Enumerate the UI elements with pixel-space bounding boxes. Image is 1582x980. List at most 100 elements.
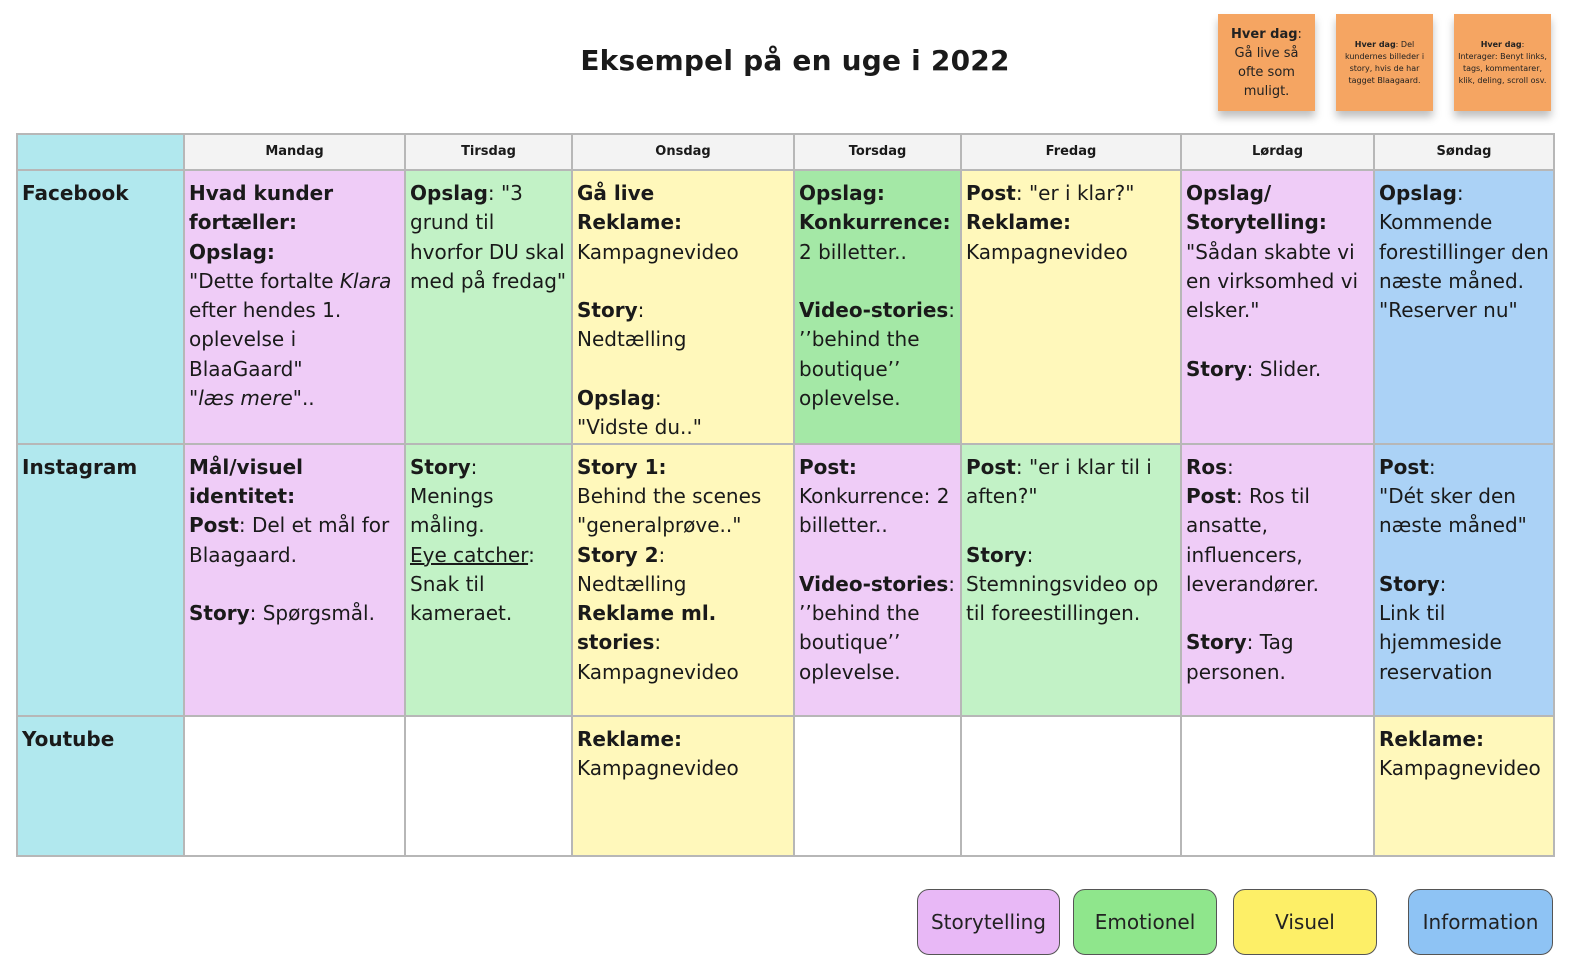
sticky-note[interactable]: Hver dag: Del kundernes billeder i story… [1336, 14, 1433, 111]
cell-text: Kampagnevideo [966, 239, 1128, 264]
channel-label-instagram: Instagram [16, 442, 185, 717]
plan-cell[interactable]: Opslag: "3 grund til hvorfor DU skal med… [404, 169, 573, 445]
cell-heading: Reklame ml. stories [577, 601, 717, 655]
cell-heading: Story 1: [577, 454, 667, 479]
plan-cell[interactable]: Gå live Reklame: Kampagnevideo Story: Nedtæl… [571, 169, 795, 445]
plan-cell[interactable]: Post: "er i klar?" Reklame: Kampagnevideo [960, 169, 1182, 445]
cell-heading: Reklame: [966, 210, 1072, 235]
channel-label-facebook: Facebook [16, 169, 185, 445]
cell-heading: Post [1186, 483, 1236, 508]
legend-information[interactable]: Information [1408, 889, 1553, 955]
sticky-note[interactable]: Hver dag: Gå live så ofte som muligt. [1218, 14, 1315, 111]
sticky-note[interactable]: Hver dag: Interager: Benyt links, tags, … [1454, 14, 1551, 111]
cell-text: : [1439, 571, 1447, 596]
cell-text: : [948, 298, 956, 323]
cell-heading: Opslag/ Storytelling: [1186, 181, 1327, 235]
legend-emotionel[interactable]: Emotionel [1073, 889, 1217, 955]
cell-text: : [948, 571, 956, 596]
plan-cell[interactable]: Reklame: Kampagnevideo [571, 714, 795, 857]
cell-text: Link til hjemmeside reservation [1379, 601, 1502, 684]
plan-cell[interactable]: Hvad kunder fortæller: Opslag: "Dette fort… [183, 169, 406, 445]
cell-text: 2 billetter.. [799, 239, 907, 264]
cell-text: "Vidste du.." [577, 415, 702, 440]
plan-cell-empty[interactable] [404, 714, 573, 857]
plan-cell-empty[interactable] [1180, 714, 1375, 857]
cell-text: Kampagnevideo [577, 239, 739, 264]
cell-text: : [1428, 454, 1436, 479]
channel-label-youtube: Youtube [16, 714, 185, 857]
cell-text: "læs mere" [189, 386, 302, 411]
plan-cell[interactable]: Post: "er i klar til i aften?" Story: Stem… [960, 442, 1182, 717]
cell-text: : [1227, 454, 1234, 479]
cell-text: Kommende forestillinger den næste måned.… [1379, 210, 1549, 323]
page-title: Eksempel på en uge i 2022 [580, 44, 1010, 77]
plan-cell[interactable]: Story 1: Behind the scenes "generalprøve.… [571, 442, 795, 717]
cell-heading: Post [966, 454, 1016, 479]
plan-cell[interactable]: Opslag/ Storytelling: "Sådan skabte vi en… [1180, 169, 1375, 445]
cell-text: "Sådan skabte vi en virksomhed vi elsker… [1186, 239, 1359, 323]
cell-heading: Story 2 [577, 542, 659, 567]
cell-heading: Opslag: [189, 239, 275, 264]
cell-text: : [658, 542, 666, 567]
cell-heading: Story [410, 454, 471, 479]
cell-text: : [1456, 181, 1464, 205]
cell-heading: Story [1186, 356, 1247, 381]
cell-text: "Dette fortalte [189, 268, 340, 293]
cell-text: .. [301, 386, 315, 411]
plan-cell[interactable]: Opslag: Konkurrence: 2 billetter.. Video-st… [793, 169, 962, 445]
plan-cell-empty[interactable] [960, 714, 1182, 857]
cell-heading: Opslag: [799, 181, 885, 205]
plan-cell[interactable]: Post: "Dét sker den næste måned" Story: Lin… [1373, 442, 1555, 717]
cell-text: efter hendes 1. oplevelse i BlaaGaard" [189, 298, 342, 381]
cell-heading: Post [1379, 454, 1429, 479]
cell-heading: Opslag [410, 181, 488, 205]
day-header: Søndag [1373, 133, 1555, 171]
legend-visuel[interactable]: Visuel [1233, 889, 1377, 955]
plan-cell[interactable]: Reklame: Kampagnevideo [1373, 714, 1555, 857]
day-header: Onsdag [571, 133, 795, 171]
cell-heading: Story [1186, 630, 1247, 655]
cell-text: ’’behind the boutique’’ oplevelse. [799, 327, 920, 411]
cell-text: "Dét sker den næste måned" [1379, 483, 1527, 538]
cell-heading: Mål/visuel identitet: [189, 454, 304, 508]
cell-heading: Opslag [577, 386, 655, 411]
cell-text: Konkurrence: 2 billetter.. [799, 483, 950, 538]
cell-text: Klara [339, 268, 392, 293]
plan-cell[interactable]: Mål/visuel identitet: Post: Del et mål fo… [183, 442, 406, 717]
cell-heading: Opslag [1379, 181, 1457, 205]
cell-text: : Spørgsmål. [249, 601, 375, 626]
cell-heading: Story [577, 298, 638, 323]
cell-heading: Post [189, 513, 239, 538]
cell-text: ’’behind the boutique’’ oplevelse. [799, 601, 920, 684]
day-header: Torsdag [793, 133, 962, 171]
sticky-note-colon: : [1395, 39, 1399, 49]
cell-heading: Story [966, 542, 1027, 567]
sticky-note-heading: Hver dag [1354, 39, 1396, 49]
cell-text: Nedtælling [577, 327, 687, 352]
legend-storytelling[interactable]: Storytelling [917, 889, 1060, 955]
cell-heading: Gå live [577, 181, 655, 205]
cell-text: Nedtælling [577, 571, 687, 596]
day-header: Mandag [183, 133, 406, 171]
cell-heading: Reklame: [1379, 726, 1485, 751]
cell-heading: Konkurrence: [799, 210, 951, 235]
day-header: Tirsdag [404, 133, 573, 171]
plan-cell-empty[interactable] [793, 714, 962, 857]
cell-text: : [654, 386, 662, 411]
day-header: Fredag [960, 133, 1182, 171]
plan-cell[interactable]: Story: Menings måling. Eye catcher: Snak … [404, 442, 573, 717]
cell-heading: Reklame: [577, 726, 683, 751]
plan-cell-empty[interactable] [183, 714, 406, 857]
cell-text: Eye catcher [410, 542, 529, 567]
cell-text: : "er i klar?" [1015, 181, 1135, 205]
sticky-note-colon: : [1297, 26, 1302, 42]
cell-text: Behind the scenes "generalprøve.." [577, 483, 762, 538]
cell-heading: Video-stories [799, 298, 949, 323]
plan-cell[interactable]: Opslag: Kommende forestillinger den næste… [1373, 169, 1555, 445]
sticky-note-colon: : [1521, 39, 1525, 49]
sticky-note-text: Interager: Benyt links, tags, kommentare… [1458, 51, 1547, 85]
cell-text: Kampagnevideo [577, 755, 739, 780]
cell-text: Stemningsvideo op til foreestillingen. [966, 571, 1159, 626]
plan-cell[interactable]: Post: Konkurrence: 2 billetter.. Video-sto… [793, 442, 962, 717]
plan-cell[interactable]: Ros: Post: Ros til ansatte, influencers, … [1180, 442, 1375, 717]
